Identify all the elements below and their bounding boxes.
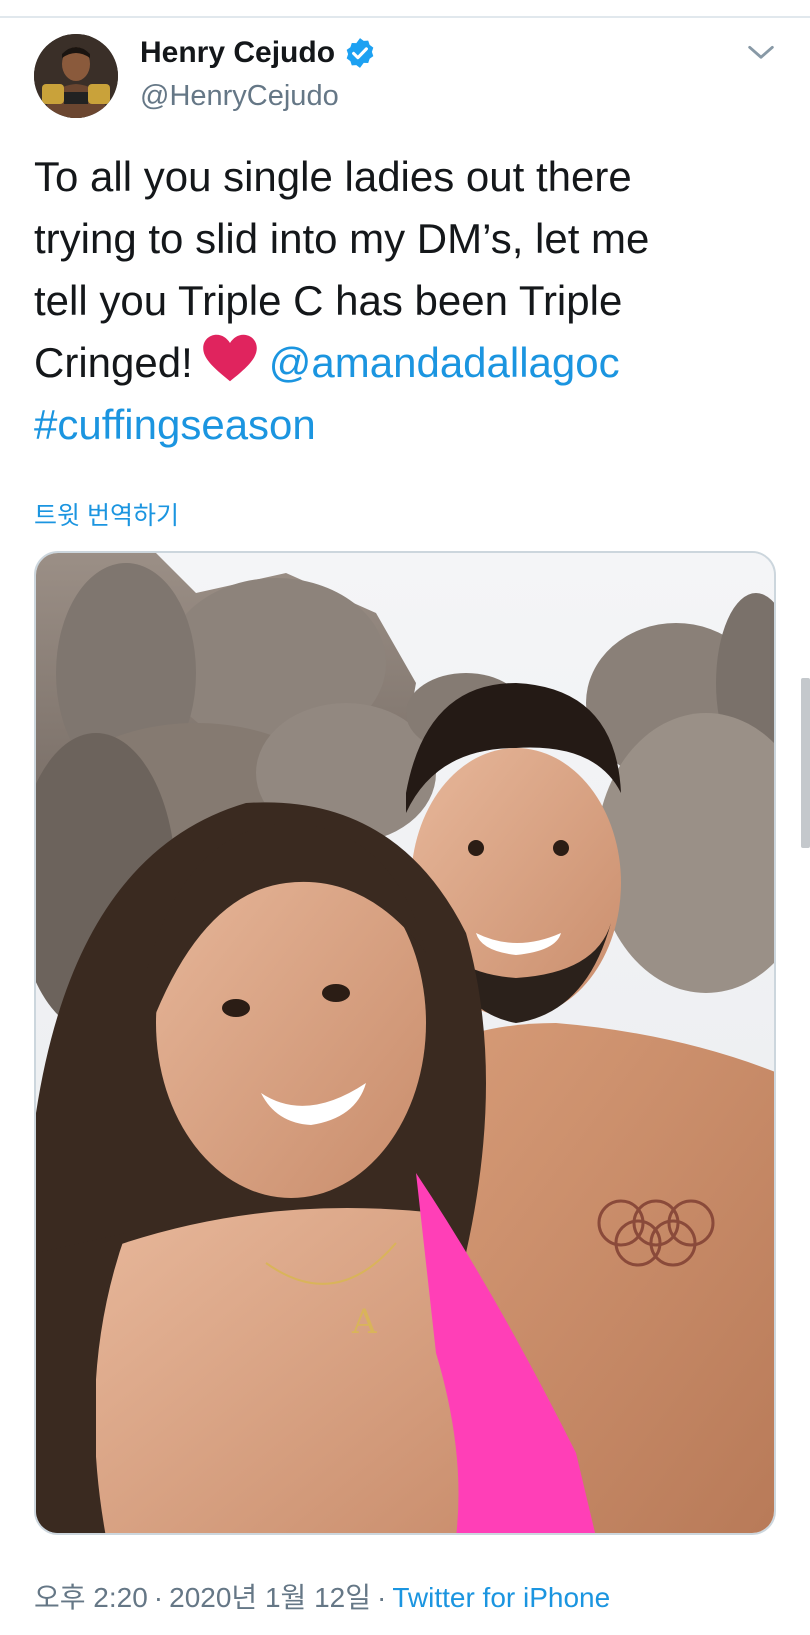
tweet-line-3: tell you Triple C has been Triple xyxy=(34,277,623,324)
meta-separator: · xyxy=(153,1582,164,1613)
tweet-line-1: To all you single ladies out there xyxy=(34,153,632,200)
translate-tweet-link[interactable]: 트윗 번역하기 xyxy=(34,496,179,532)
tweet-text: To all you single ladies out there tryin… xyxy=(34,146,774,456)
scrollbar-thumb[interactable] xyxy=(801,678,810,848)
chevron-down-icon[interactable] xyxy=(744,36,778,70)
avatar-photo-icon xyxy=(34,34,118,118)
tweet-line-2: trying to slid into my DM’s, let me xyxy=(34,215,650,262)
tweet-date[interactable]: 2020년 1월 12일 xyxy=(169,1582,371,1613)
heart-emoji-icon xyxy=(202,334,257,382)
tweet-photo[interactable]: A xyxy=(34,551,776,1535)
hashtag-link[interactable]: #cuffingseason xyxy=(34,394,774,456)
mention-link[interactable]: @amandadallagoc xyxy=(269,339,620,386)
tweet-meta: 오후 2:20 · 2020년 1월 12일 · Twitter for iPhone xyxy=(34,1576,610,1616)
tweet-line-4-prefix: Cringed! xyxy=(34,339,193,386)
svg-text:A: A xyxy=(351,1302,377,1342)
tweet-source-link[interactable]: Twitter for iPhone xyxy=(392,1582,610,1613)
meta-separator: · xyxy=(376,1582,387,1613)
author-avatar[interactable] xyxy=(34,34,118,118)
author-name-row[interactable]: Henry Cejudo xyxy=(140,36,377,70)
verified-badge-icon xyxy=(346,38,374,68)
author-handle[interactable]: @HenryCejudo xyxy=(140,80,339,113)
tweet-line-4: Cringed! @amandadallagoc xyxy=(34,332,774,394)
author-display-name[interactable]: Henry Cejudo xyxy=(140,36,335,70)
top-divider xyxy=(0,16,810,18)
tweet-time[interactable]: 오후 2:20 xyxy=(34,1582,148,1613)
photo-couple-selfie-icon: A xyxy=(36,553,774,1533)
